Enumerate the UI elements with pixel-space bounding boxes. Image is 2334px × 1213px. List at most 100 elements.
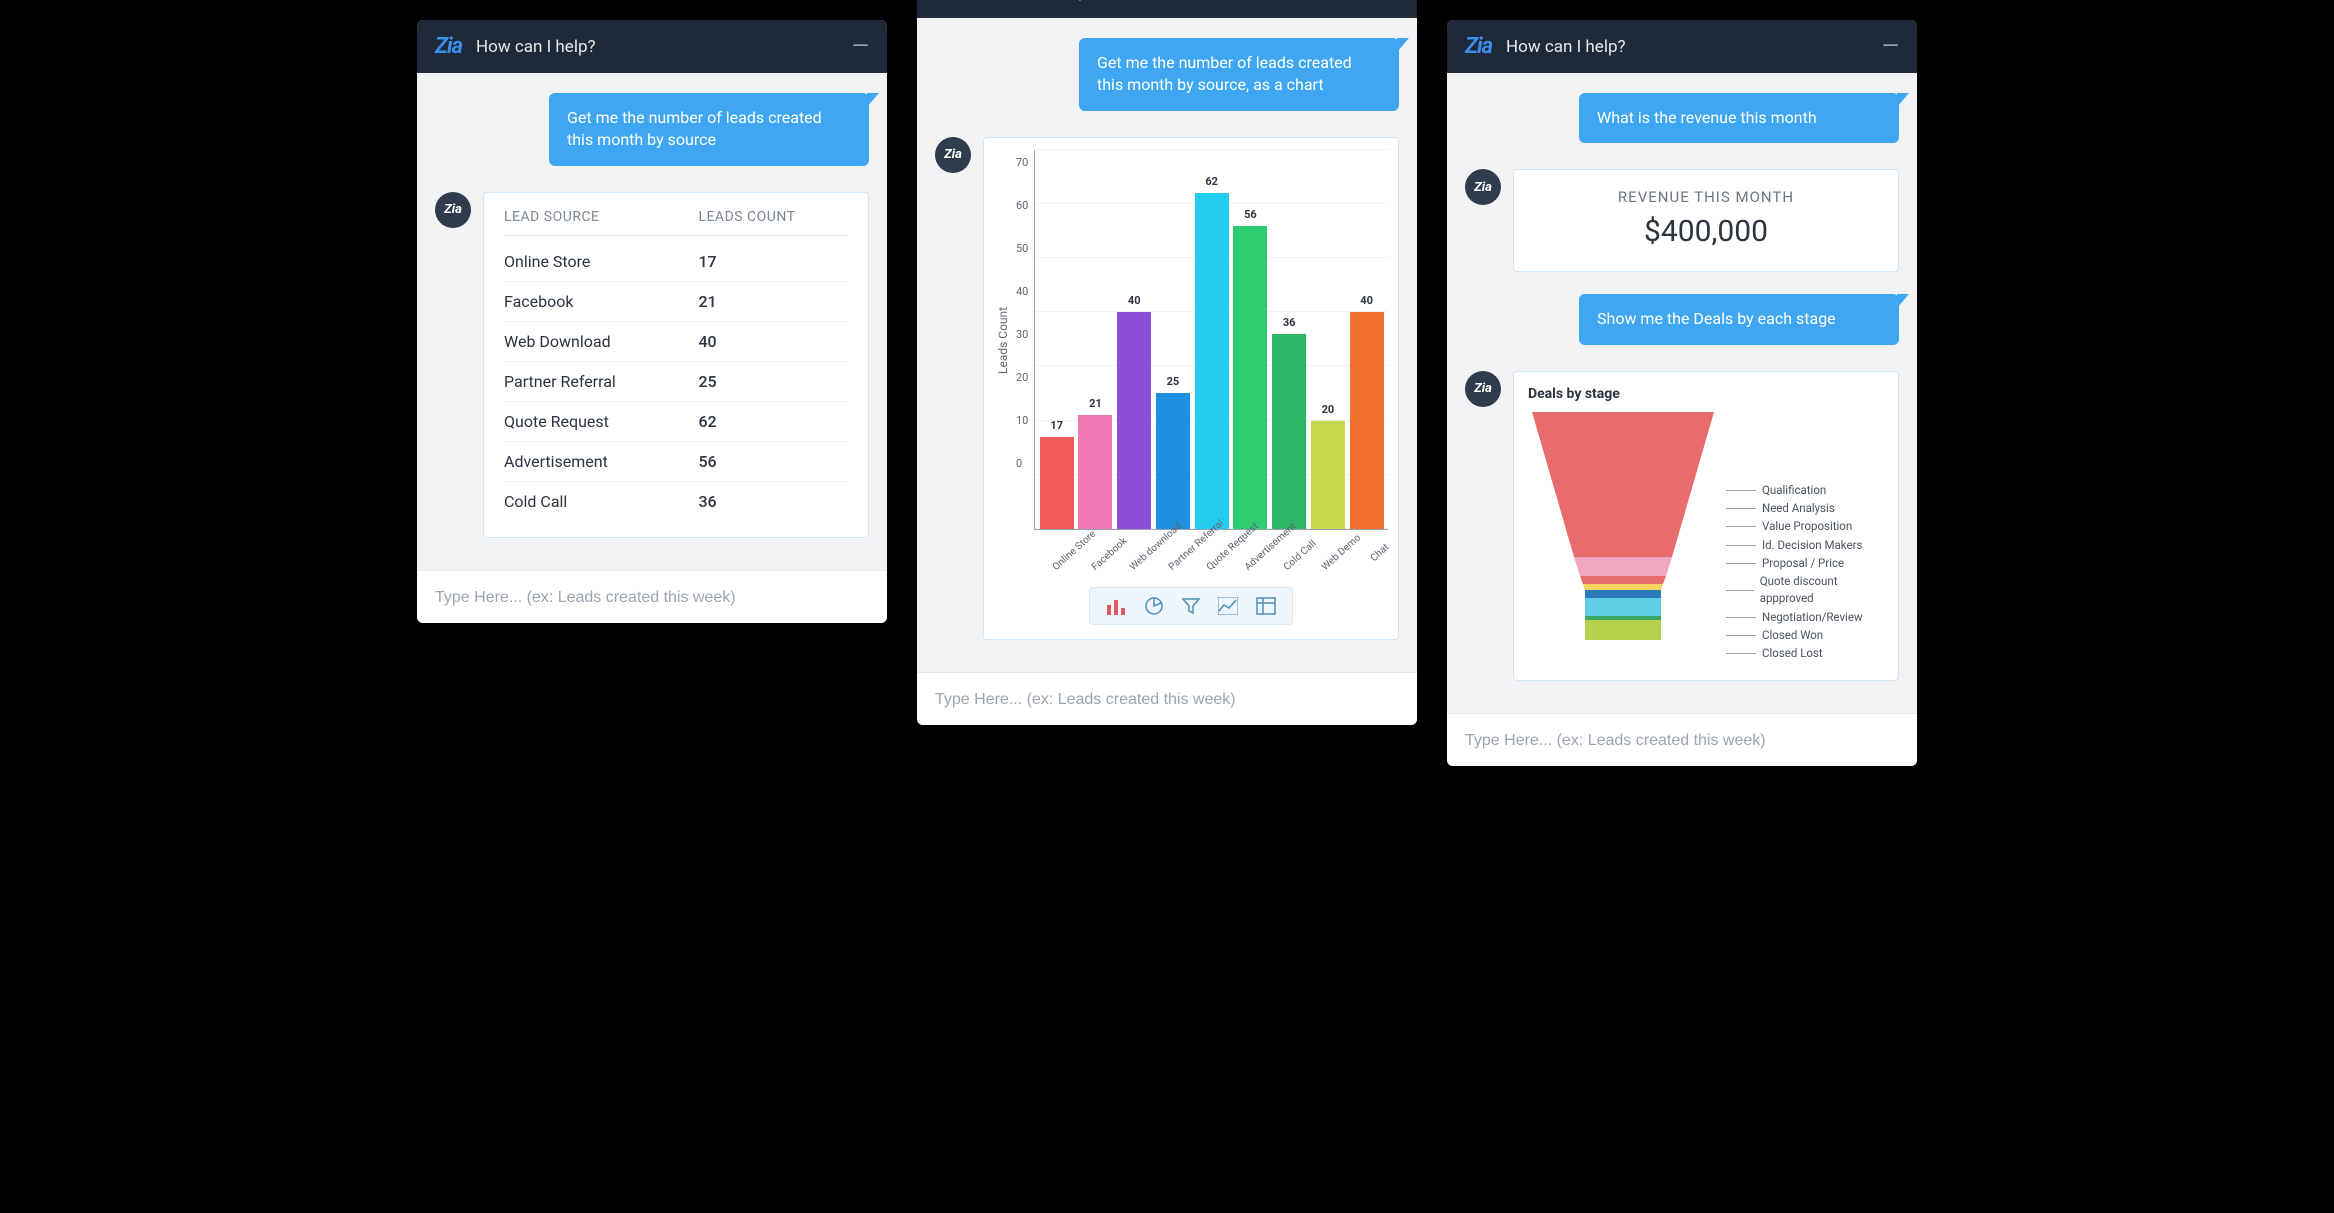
x-tick-label: Quote Request	[1205, 542, 1238, 573]
table-cell-count: 56	[698, 452, 848, 471]
table-header-col1: LEAD SOURCE	[504, 209, 698, 225]
table-cell-count: 21	[698, 292, 848, 311]
table-cell-count: 36	[698, 492, 848, 511]
chart-bar: 36	[1272, 334, 1306, 529]
funnel-icon[interactable]	[1182, 596, 1200, 616]
table-row: Partner Referral25	[504, 362, 848, 402]
table-icon[interactable]	[1256, 596, 1276, 616]
funnel-legend-item: Value Proposition	[1726, 518, 1884, 535]
table-cell-count: 40	[698, 332, 848, 351]
bot-avatar-icon: Zia	[1465, 169, 1501, 205]
table-row: Advertisement56	[504, 442, 848, 482]
input-bar	[1447, 713, 1917, 766]
table-cell-source: Quote Request	[504, 412, 698, 431]
x-tick-label: Cold Call	[1282, 542, 1315, 573]
pie-chart-icon[interactable]	[1144, 596, 1164, 616]
bar-value-label: 17	[1050, 419, 1063, 432]
chart-bar: 40	[1350, 312, 1384, 529]
input-bar	[917, 672, 1417, 725]
chart-bar: 17	[1040, 437, 1074, 529]
table-cell-source: Partner Referral	[504, 372, 698, 391]
chat-input[interactable]	[1465, 732, 1899, 750]
input-bar	[417, 570, 887, 623]
table-row: Online Store17	[504, 242, 848, 282]
funnel-title: Deals by stage	[1528, 386, 1884, 402]
funnel-legend-item: Closed Lost	[1726, 645, 1884, 662]
minimize-icon[interactable]: —	[1882, 41, 1899, 52]
table-header-col2: LEADS COUNT	[698, 209, 848, 225]
line-chart-icon[interactable]	[1218, 596, 1238, 616]
chart-plot: 172140256256362040	[1034, 150, 1388, 530]
table-row: Facebook21	[504, 282, 848, 322]
table-row: Web Download40	[504, 322, 848, 362]
funnel-legend-item: Quote discount appproved	[1726, 573, 1884, 608]
chart-area: Leads Count 706050403020100 172140256256…	[994, 150, 1388, 530]
chat-panel-table: Zia How can I help? — Get me the number …	[417, 20, 887, 623]
bot-card-revenue: REVENUE THIS MONTH $400,000	[1513, 169, 1899, 272]
funnel-wrap: QualificationNeed AnalysisValue Proposit…	[1528, 412, 1884, 663]
revenue-title: REVENUE THIS MONTH	[1534, 188, 1878, 206]
chat-body: Get me the number of leads created this …	[917, 18, 1417, 672]
x-tick-label: Chat	[1358, 542, 1391, 573]
chat-body: Get me the number of leads created this …	[417, 73, 887, 570]
table-row: Quote Request62	[504, 402, 848, 442]
x-tick-label: Web download	[1128, 542, 1161, 573]
minimize-icon[interactable]: —	[852, 41, 869, 52]
table-cell-count: 62	[698, 412, 848, 431]
chart-bar: 25	[1156, 393, 1190, 528]
user-message: What is the revenue this month	[1579, 93, 1899, 143]
user-message: Show me the Deals by each stage	[1579, 294, 1899, 344]
x-tick-label: Online Store	[1051, 542, 1084, 573]
bot-card-table: LEAD SOURCE LEADS COUNT Online Store17Fa…	[483, 192, 869, 538]
x-ticks: Online StoreFacebookWeb downloadPartner …	[1038, 530, 1388, 545]
bar-value-label: 20	[1322, 403, 1335, 416]
header-title: How can I help?	[476, 37, 838, 57]
table-cell-source: Cold Call	[504, 492, 698, 511]
funnel-chart	[1528, 412, 1718, 642]
table-cell-source: Advertisement	[504, 452, 698, 471]
y-axis-label: Leads Count	[994, 150, 1012, 530]
funnel-legend: QualificationNeed AnalysisValue Proposit…	[1726, 412, 1884, 663]
bar-chart-icon[interactable]	[1106, 596, 1126, 616]
zia-logo-icon: Zia	[1465, 34, 1492, 59]
bot-response-row: Zia Leads Count 706050403020100 17214025…	[935, 137, 1399, 640]
bar-value-label: 62	[1205, 175, 1218, 188]
header-title: How can I help?	[1506, 37, 1868, 57]
chart-bar: 56	[1233, 226, 1267, 529]
table-cell-source: Online Store	[504, 252, 698, 271]
bar-value-label: 56	[1244, 208, 1257, 221]
bot-response-row: Zia Deals by stage QualificationNeed Ana	[1465, 371, 1899, 682]
chart-bar: 40	[1117, 312, 1151, 529]
x-tick-label: Partner Referral	[1166, 542, 1199, 573]
user-message: Get me the number of leads created this …	[1079, 38, 1399, 111]
chart-toolbar	[1089, 587, 1293, 625]
zia-logo-icon: Zia	[435, 34, 462, 59]
table-cell-count: 25	[698, 372, 848, 391]
x-tick-label: Advertisement	[1243, 542, 1276, 573]
table-cell-count: 17	[698, 252, 848, 271]
chat-panel-revenue-funnel: Zia How can I help? — What is the revenu…	[1447, 20, 1917, 766]
x-tick-label: Web Demo	[1320, 542, 1353, 573]
chat-header: Zia How can I help? —	[1447, 20, 1917, 73]
funnel-legend-item: Negotiation/Review	[1726, 609, 1884, 626]
chart-bar: 20	[1311, 421, 1345, 529]
table-cell-source: Facebook	[504, 292, 698, 311]
chat-header: Zia How can I help? —	[417, 20, 887, 73]
funnel-legend-item: Qualification	[1726, 482, 1884, 499]
header-title: How can I help?	[976, 0, 1368, 2]
bot-response-row: Zia REVENUE THIS MONTH $400,000	[1465, 169, 1899, 272]
chat-panel-chart: Zia How can I help? — Get me the number …	[917, 0, 1417, 725]
table-cell-source: Web Download	[504, 332, 698, 351]
chart-bar: 62	[1195, 193, 1229, 529]
bar-value-label: 40	[1360, 294, 1373, 307]
user-message: Get me the number of leads created this …	[549, 93, 869, 166]
chat-input[interactable]	[435, 589, 869, 607]
funnel-legend-item: Closed Won	[1726, 627, 1884, 644]
chat-input[interactable]	[935, 691, 1399, 709]
bar-value-label: 36	[1283, 316, 1296, 329]
funnel-legend-item: Need Analysis	[1726, 500, 1884, 517]
table-row: Cold Call36	[504, 482, 848, 521]
bar-value-label: 25	[1167, 375, 1180, 388]
chat-header: Zia How can I help? —	[917, 0, 1417, 18]
bot-avatar-icon: Zia	[435, 192, 471, 228]
